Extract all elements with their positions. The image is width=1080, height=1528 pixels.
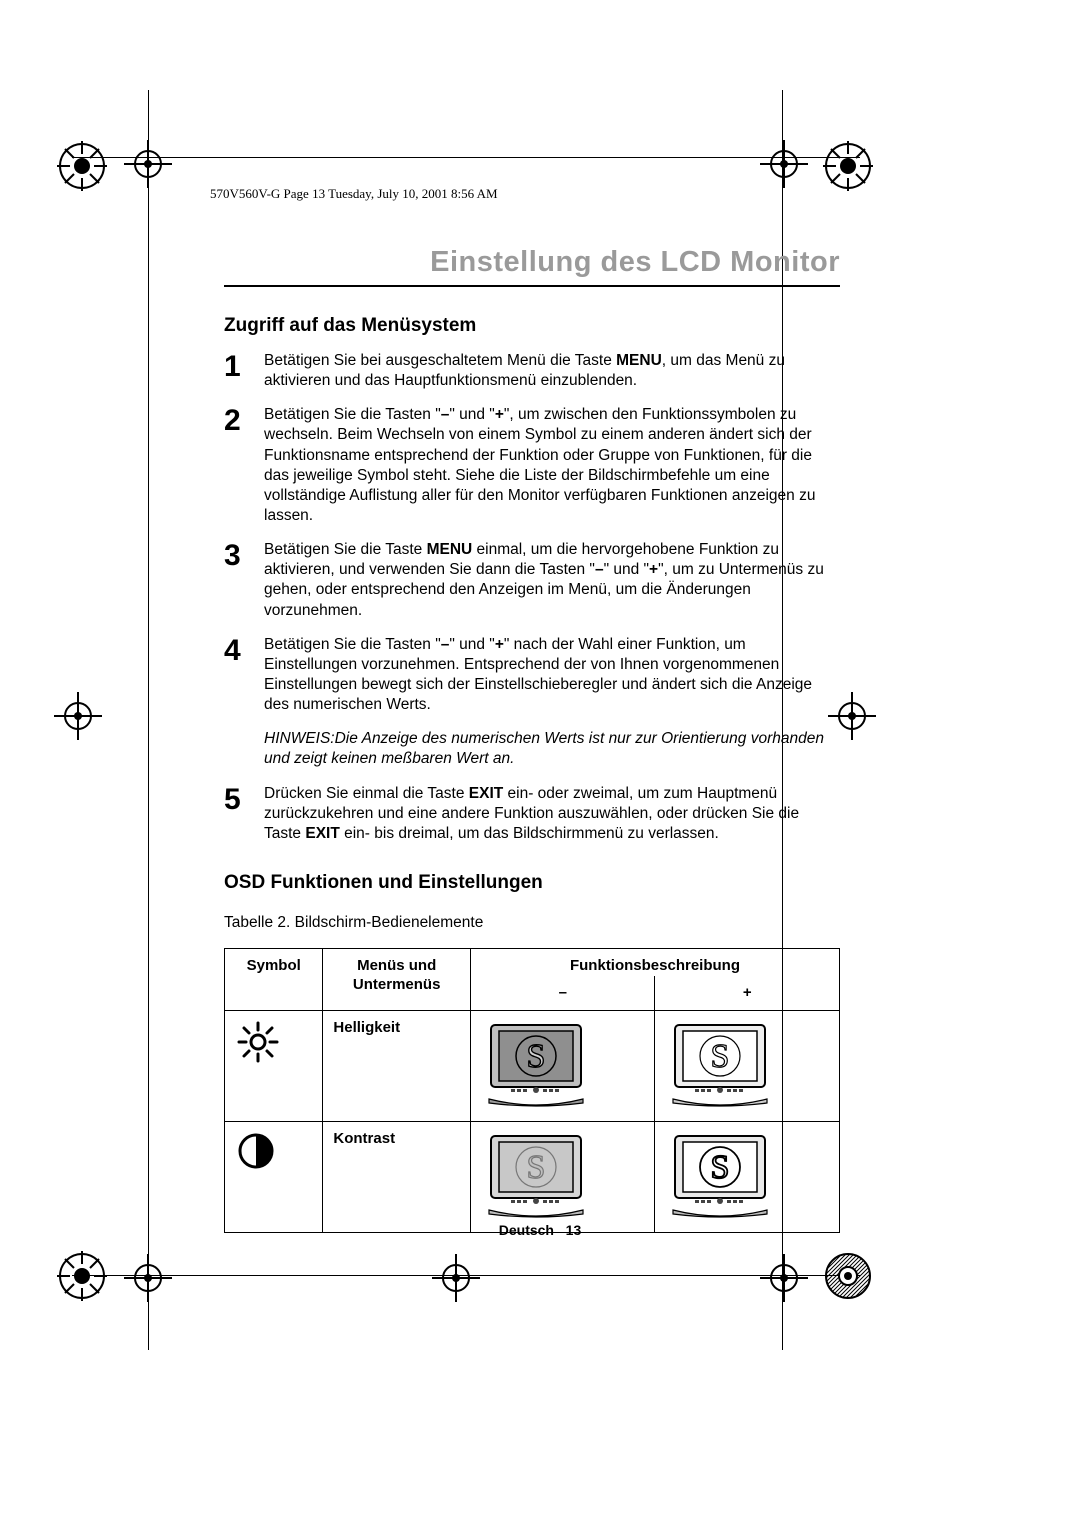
step-1: 1 Betätigen Sie bei ausgeschaltetem Menü… (224, 351, 840, 391)
col-minus: – (470, 976, 655, 1011)
step-text: Betätigen Sie bei ausgeschaltetem Menü d… (264, 351, 840, 391)
page-title: Einstellung des LCD Monitor (224, 246, 840, 287)
reg-cross-mid-left (54, 692, 102, 740)
step-text: Betätigen Sie die Tasten "–" und "+", um… (264, 405, 840, 526)
reg-mark-bottom-left (54, 1248, 110, 1304)
col-symbol: Symbol (225, 948, 323, 1011)
footer-language: Deutsch (499, 1222, 554, 1238)
step-note: HINWEIS:Die Anzeige des numerischen Wert… (264, 729, 840, 769)
reg-mark-top-left (54, 138, 110, 194)
osd-table: Symbol Menüs und Untermenüs Funktionsbes… (224, 948, 840, 1234)
brightness-icon (225, 1011, 323, 1122)
step-text: Drücken Sie einmal die Taste EXIT ein- o… (264, 784, 840, 844)
svg-text:S: S (711, 1149, 730, 1186)
reg-cross-bottom-mid (432, 1254, 480, 1302)
col-menus: Menüs und Untermenüs (323, 948, 471, 1011)
step-number: 3 (224, 540, 264, 571)
step-3: 3 Betätigen Sie die Taste MENU einmal, u… (224, 540, 840, 621)
reg-mark-top-right (820, 138, 876, 194)
step-5: 5 Drücken Sie einmal die Taste EXIT ein-… (224, 784, 840, 844)
brightness-minus-graphic: S (470, 1011, 655, 1122)
col-fn-desc: Funktionsbeschreibung (470, 948, 839, 975)
menu-name-cell: Kontrast (323, 1122, 471, 1233)
doc-header-line: 570V560V-G Page 13 Tuesday, July 10, 200… (210, 186, 498, 202)
step-number: 5 (224, 784, 264, 815)
step-number: 1 (224, 351, 264, 382)
contrast-icon (225, 1122, 323, 1233)
steps-list: 1 Betätigen Sie bei ausgeschaltetem Menü… (224, 351, 840, 844)
step-4: 4 Betätigen Sie die Tasten "–" und "+" n… (224, 635, 840, 716)
svg-text:S: S (527, 1038, 546, 1075)
svg-text:S: S (527, 1149, 546, 1186)
section-osd-heading: OSD Funktionen und Einstellungen (224, 872, 840, 894)
contrast-plus-graphic: S (655, 1122, 840, 1233)
section-access-menu-heading: Zugriff auf das Menüsystem (224, 315, 840, 337)
step-text: Betätigen Sie die Tasten "–" und "+" nac… (264, 635, 840, 716)
footer-page-number: 13 (566, 1222, 582, 1238)
page-footer: Deutsch 13 (0, 1222, 1080, 1238)
step-text: Betätigen Sie die Taste MENU einmal, um … (264, 540, 840, 621)
brightness-plus-graphic: S (655, 1011, 840, 1122)
menu-name-cell: Helligkeit (323, 1011, 471, 1122)
contrast-minus-graphic: S (470, 1122, 655, 1233)
table-row: Helligkeit S (225, 1011, 840, 1122)
col-plus: + (655, 976, 840, 1011)
reg-cross-bottom-right (760, 1254, 808, 1302)
step-number: 2 (224, 405, 264, 436)
step-2: 2 Betätigen Sie die Tasten "–" und "+", … (224, 405, 840, 526)
step-number: 4 (224, 635, 264, 666)
table-caption: Tabelle 2. Bildschirm-Bedienelemente (224, 914, 840, 932)
reg-mark-bottom-right (820, 1248, 876, 1304)
svg-text:S: S (711, 1038, 730, 1075)
reg-cross-top-right (760, 140, 808, 188)
table-row: Kontrast S (225, 1122, 840, 1233)
